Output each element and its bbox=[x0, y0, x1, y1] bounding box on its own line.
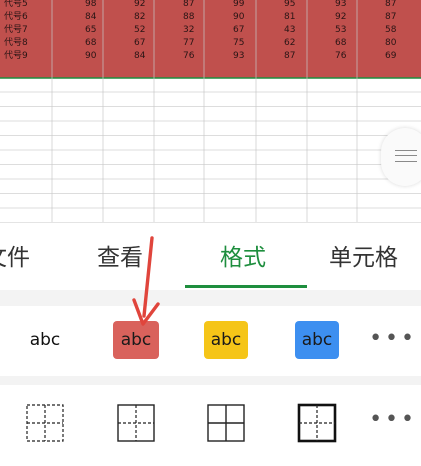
row-label: 代号5 bbox=[4, 0, 28, 9]
section-divider bbox=[0, 376, 421, 385]
table-cell[interactable]: 92 bbox=[335, 11, 346, 24]
tab-view[interactable]: 查看 bbox=[97, 241, 143, 275]
table-row[interactable]: 代号6 84 82 88 90 81 92 87 bbox=[0, 11, 421, 24]
menu-lines-icon bbox=[395, 150, 417, 162]
border-all-icon[interactable] bbox=[206, 403, 246, 443]
table-cell[interactable]: 90 bbox=[233, 11, 244, 24]
table-cell[interactable]: 65 bbox=[85, 24, 96, 37]
tab-format[interactable]: 格式 bbox=[220, 241, 266, 275]
table-cell[interactable]: 81 bbox=[284, 11, 295, 24]
table-cell[interactable]: 84 bbox=[85, 11, 96, 24]
table-cell[interactable]: 67 bbox=[233, 24, 244, 37]
tab-cell[interactable]: 单元格 bbox=[329, 241, 398, 275]
table-cell[interactable]: 43 bbox=[284, 24, 295, 37]
table-cell[interactable]: 58 bbox=[385, 24, 396, 37]
table-row[interactable]: 代号8 68 67 77 75 62 68 80 bbox=[0, 37, 421, 50]
table-cell[interactable]: 77 bbox=[183, 37, 194, 50]
table-cell[interactable]: 76 bbox=[335, 50, 346, 63]
table-cell[interactable]: 68 bbox=[335, 37, 346, 50]
table-cell[interactable]: 98 bbox=[85, 0, 96, 11]
row-label: 代号6 bbox=[4, 12, 28, 22]
active-tab-indicator bbox=[185, 285, 307, 288]
scroll-handle[interactable] bbox=[381, 128, 421, 186]
table-cell[interactable]: 99 bbox=[233, 0, 244, 11]
row-label: 代号9 bbox=[4, 51, 28, 61]
table-cell[interactable]: 88 bbox=[183, 11, 194, 24]
table-cell[interactable]: 62 bbox=[284, 37, 295, 50]
table-cell[interactable]: 68 bbox=[85, 37, 96, 50]
tab-file[interactable]: 文件 bbox=[0, 241, 30, 275]
table-cell[interactable]: 69 bbox=[385, 50, 396, 63]
border-dashed-all-icon[interactable] bbox=[25, 403, 65, 443]
table-cell[interactable]: 93 bbox=[233, 50, 244, 63]
cell-style-red[interactable]: abc bbox=[113, 321, 159, 359]
table-cell[interactable]: 90 bbox=[85, 50, 96, 63]
table-cell[interactable]: 93 bbox=[335, 0, 346, 11]
table-cell[interactable]: 87 bbox=[385, 0, 396, 11]
table-cell[interactable]: 87 bbox=[284, 50, 295, 63]
table-cell[interactable]: 67 bbox=[134, 37, 145, 50]
row-label: 代号7 bbox=[4, 25, 28, 35]
table-cell[interactable]: 84 bbox=[134, 50, 145, 63]
section-divider bbox=[0, 290, 421, 306]
row-label: 代号8 bbox=[4, 38, 28, 48]
border-thick-outer-icon[interactable] bbox=[297, 403, 337, 443]
cell-style-plain[interactable]: abc bbox=[22, 321, 68, 359]
table-row[interactable]: 代号7 65 52 32 67 43 53 58 bbox=[0, 24, 421, 37]
more-borders-button[interactable]: ••• bbox=[369, 407, 417, 432]
table-cell[interactable]: 53 bbox=[335, 24, 346, 37]
ribbon-tab-bar: 文件 查看 格式 单元格 bbox=[0, 222, 421, 290]
cell-style-blue[interactable]: abc bbox=[295, 321, 339, 359]
table-row[interactable]: 代号9 90 84 76 93 87 76 69 bbox=[0, 50, 421, 63]
spreadsheet-area[interactable]: 代号5 98 92 87 99 95 93 87 代号6 84 82 88 90 81 92 87 代号7 65 5… bbox=[0, 0, 421, 222]
table-cell[interactable]: 87 bbox=[183, 0, 194, 11]
table-cell[interactable]: 75 bbox=[233, 37, 244, 50]
table-cell[interactable]: 80 bbox=[385, 37, 396, 50]
border-outer-dashed-inner-icon[interactable] bbox=[116, 403, 156, 443]
table-cell[interactable]: 95 bbox=[284, 0, 295, 11]
table-cell[interactable]: 82 bbox=[134, 11, 145, 24]
table-cell[interactable]: 92 bbox=[134, 0, 145, 11]
table-cell[interactable]: 87 bbox=[385, 11, 396, 24]
cell-style-row: abc abc abc abc ••• bbox=[0, 306, 421, 376]
table-cell[interactable]: 32 bbox=[183, 24, 194, 37]
table-cell[interactable]: 52 bbox=[134, 24, 145, 37]
more-styles-button[interactable]: ••• bbox=[369, 326, 417, 351]
cell-style-yellow[interactable]: abc bbox=[204, 321, 248, 359]
table-cell[interactable]: 76 bbox=[183, 50, 194, 63]
border-style-row: ••• bbox=[0, 385, 421, 466]
table-row[interactable]: 代号5 98 92 87 99 95 93 87 bbox=[0, 0, 421, 11]
